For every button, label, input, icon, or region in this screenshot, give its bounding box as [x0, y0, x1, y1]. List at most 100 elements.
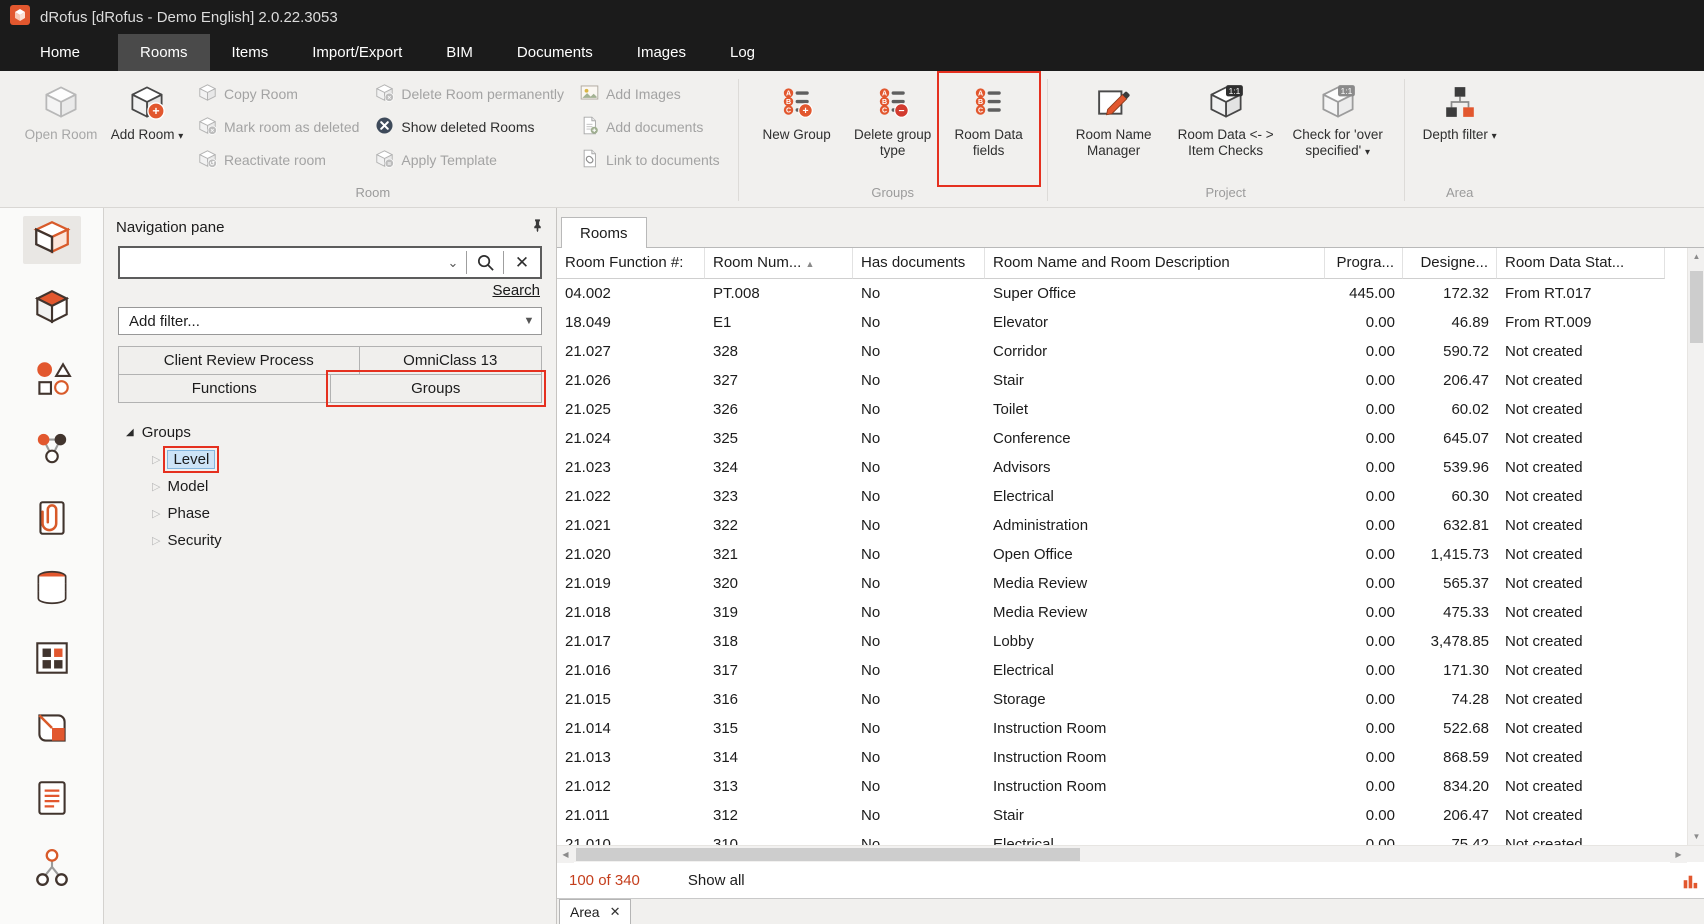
vertical-scroll-track[interactable]: [1688, 265, 1704, 828]
ribbon-button-delete-group-type[interactable]: ABC−Delete group type: [845, 75, 941, 183]
sidebar-module-relations[interactable]: [23, 846, 81, 894]
filter-tab-functions[interactable]: Functions: [118, 374, 331, 403]
ribbon-button-mark-room-as-deleted[interactable]: ×Mark room as deleted: [198, 116, 359, 138]
column-header-room-data-stat[interactable]: Room Data Stat...: [1497, 248, 1665, 279]
tree-node-level[interactable]: ▷Level: [110, 446, 550, 473]
sidebar-module-items[interactable]: [23, 286, 81, 334]
table-row[interactable]: 21.021322NoAdministration0.00632.81Not c…: [557, 511, 1687, 540]
table-row[interactable]: 21.024325NoConference0.00645.07Not creat…: [557, 424, 1687, 453]
sidebar-module-attachments[interactable]: [23, 496, 81, 544]
table-row[interactable]: 21.020321NoOpen Office0.001,415.73Not cr…: [557, 540, 1687, 569]
tree-node-groups[interactable]: ◢Groups: [110, 419, 550, 446]
collapsed-arrow-icon[interactable]: ▷: [152, 534, 160, 547]
table-row[interactable]: 21.018319NoMedia Review0.00475.33Not cre…: [557, 598, 1687, 627]
scroll-down-icon[interactable]: ▼: [1688, 828, 1704, 845]
column-header-designe[interactable]: Designe...: [1403, 248, 1497, 279]
ribbon-button-add-room[interactable]: +Add Room ▾: [104, 75, 190, 183]
table-row[interactable]: 21.025326NoToilet0.0060.02Not created: [557, 395, 1687, 424]
ribbon-button-depth-filter[interactable]: Depth filter ▾: [1415, 75, 1505, 183]
tree-node-model[interactable]: ▷Model: [110, 473, 550, 500]
menu-tab-images[interactable]: Images: [615, 34, 708, 71]
search-icon[interactable]: [467, 248, 503, 277]
area-panel-icon[interactable]: [1681, 873, 1699, 895]
column-header-room-function[interactable]: Room Function #:: [557, 248, 705, 279]
ribbon-button-add-documents[interactable]: Add documents: [580, 116, 720, 138]
expanded-arrow-icon[interactable]: ◢: [126, 427, 134, 438]
horizontal-scroll-track[interactable]: [574, 846, 1670, 862]
cell: 326: [705, 395, 853, 424]
ribbon-button-delete-room-permanently[interactable]: ×Delete Room permanently: [375, 83, 564, 105]
ribbon-button-copy-room[interactable]: Copy Room: [198, 83, 359, 105]
add-filter-dropdown[interactable]: Add filter... ▼: [118, 307, 542, 335]
table-row[interactable]: 21.010310NoElectrical0.0075.42Not create…: [557, 830, 1687, 845]
sidebar-module-reports[interactable]: [23, 776, 81, 824]
table-row[interactable]: 18.049E1NoElevator0.0046.89From RT.009: [557, 308, 1687, 337]
column-header-room-name-and-room-description[interactable]: Room Name and Room Description: [985, 248, 1325, 279]
ribbon-button-add-images[interactable]: Add Images: [580, 83, 720, 105]
menu-tab-import-export[interactable]: Import/Export: [290, 34, 424, 71]
menu-tab-log[interactable]: Log: [708, 34, 777, 71]
vertical-scroll-thumb[interactable]: [1690, 271, 1703, 343]
ribbon-button-show-deleted-rooms[interactable]: Show deleted Rooms: [375, 116, 564, 138]
ribbon-button-new-group[interactable]: ABC+New Group: [749, 75, 845, 183]
menu-tab-bim[interactable]: BIM: [424, 34, 495, 71]
table-row[interactable]: 21.022323NoElectrical0.0060.30Not create…: [557, 482, 1687, 511]
ribbon-button-open-room[interactable]: Open Room: [18, 75, 104, 183]
scroll-left-icon[interactable]: ◀: [557, 846, 574, 863]
vertical-scrollbar[interactable]: ▲ ▼: [1687, 248, 1704, 845]
ribbon-button-link-to-documents[interactable]: Link to documents: [580, 149, 720, 171]
search-link[interactable]: Search: [492, 282, 540, 299]
scroll-up-icon[interactable]: ▲: [1688, 248, 1704, 265]
table-row[interactable]: 21.027328NoCorridor0.00590.72Not created: [557, 337, 1687, 366]
filter-tab-groups[interactable]: Groups: [330, 374, 543, 403]
horizontal-scrollbar[interactable]: ◀ ▶: [557, 845, 1704, 862]
table-row[interactable]: 21.019320NoMedia Review0.00565.37Not cre…: [557, 569, 1687, 598]
ribbon-button-room-name-manager[interactable]: Room Name Manager: [1058, 75, 1170, 183]
tree-node-phase[interactable]: ▷Phase: [110, 500, 550, 527]
filter-tab-omniclass-13[interactable]: OmniClass 13: [359, 346, 542, 375]
table-row[interactable]: 21.014315NoInstruction Room0.00522.68Not…: [557, 714, 1687, 743]
menu-tab-rooms[interactable]: Rooms: [118, 34, 210, 71]
ribbon-button-reactivate-room[interactable]: ↺Reactivate room: [198, 149, 359, 171]
sidebar-module-buildings[interactable]: [23, 636, 81, 684]
table-row[interactable]: 21.013314NoInstruction Room0.00868.59Not…: [557, 743, 1687, 772]
ribbon-button-room-data-fields[interactable]: ABCRoom Data fields: [941, 75, 1037, 183]
table-row[interactable]: 21.026327NoStair0.00206.47Not created: [557, 366, 1687, 395]
column-header-room-num[interactable]: Room Num... ▲: [705, 248, 853, 279]
table-row[interactable]: 21.016317NoElectrical0.00171.30Not creat…: [557, 656, 1687, 685]
collapsed-arrow-icon[interactable]: ▷: [152, 480, 160, 493]
sidebar-module-connections[interactable]: [23, 426, 81, 474]
filter-tab-client-review-process[interactable]: Client Review Process: [118, 346, 360, 375]
table-row[interactable]: 21.015316NoStorage0.0074.28Not created: [557, 685, 1687, 714]
sidebar-module-rooms[interactable]: [23, 216, 81, 264]
menu-tab-documents[interactable]: Documents: [495, 34, 615, 71]
table-row[interactable]: 21.012313NoInstruction Room0.00834.20Not…: [557, 772, 1687, 801]
column-header-has-documents[interactable]: Has documents: [853, 248, 985, 279]
menu-tab-home[interactable]: Home: [18, 34, 102, 71]
sidebar-module-datasets[interactable]: [23, 566, 81, 614]
ribbon-button-check-for-over-specified[interactable]: 1:1Check for 'over specified' ▾: [1282, 75, 1394, 183]
search-history-chevron-icon[interactable]: ⌄: [440, 248, 466, 277]
table-row[interactable]: 04.002PT.008NoSuper Office445.00172.32Fr…: [557, 279, 1687, 308]
clear-search-icon[interactable]: ✕: [504, 248, 540, 277]
ribbon-button-apply-template[interactable]: ≡Apply Template: [375, 149, 564, 171]
scroll-right-icon[interactable]: ▶: [1670, 846, 1687, 863]
tab-rooms[interactable]: Rooms: [561, 217, 647, 248]
table-row[interactable]: 21.023324NoAdvisors0.00539.96Not created: [557, 453, 1687, 482]
table-row[interactable]: 21.017318NoLobby0.003,478.85Not created: [557, 627, 1687, 656]
pin-icon[interactable]: [531, 218, 544, 236]
horizontal-scroll-thumb[interactable]: [576, 848, 1080, 861]
tree-node-security[interactable]: ▷Security: [110, 527, 550, 554]
show-all-link[interactable]: Show all: [688, 872, 745, 889]
collapsed-arrow-icon[interactable]: ▷: [152, 453, 160, 466]
column-header-progra[interactable]: Progra...: [1325, 248, 1403, 279]
search-input[interactable]: [120, 248, 440, 277]
sidebar-module-systems[interactable]: [23, 356, 81, 404]
close-icon[interactable]: ✕: [610, 904, 621, 920]
tab-area[interactable]: Area ✕: [559, 899, 631, 924]
table-row[interactable]: 21.011312NoStair0.00206.47Not created: [557, 801, 1687, 830]
collapsed-arrow-icon[interactable]: ▷: [152, 507, 160, 520]
ribbon-button-room-data-item-checks[interactable]: 1:1Room Data <- > Item Checks: [1170, 75, 1282, 183]
sidebar-module-products[interactable]: [23, 706, 81, 754]
menu-tab-items[interactable]: Items: [210, 34, 291, 71]
